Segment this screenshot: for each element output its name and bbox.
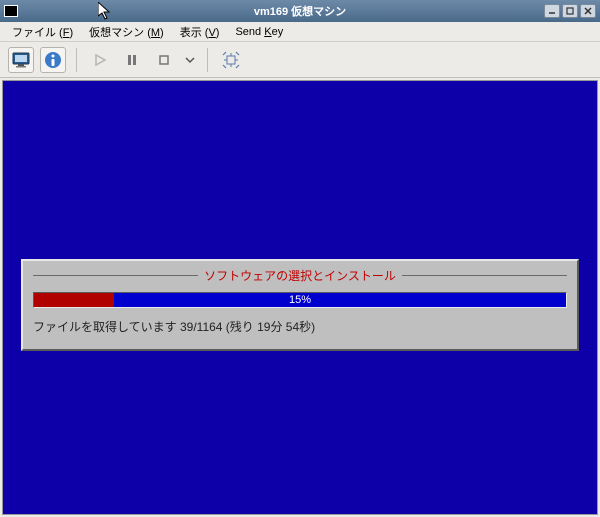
maximize-icon (566, 7, 574, 15)
menubar: ファイル (F) 仮想マシン (M) 表示 (V) Send Key (0, 22, 600, 42)
toolbar-separator-1 (76, 48, 77, 72)
menu-file-mnemonic: F (63, 27, 70, 39)
installer-dialog: ソフトウェアの選択とインストール 15% ファイルを取得しています 39/116… (21, 259, 579, 351)
window-title: vm169 仮想マシン (254, 3, 346, 19)
console-button[interactable] (8, 47, 34, 73)
app-icon (4, 5, 18, 17)
pause-icon (125, 53, 139, 67)
close-button[interactable] (580, 4, 596, 18)
menu-file[interactable]: ファイル (F) (6, 22, 79, 42)
menu-sendkey-label: Send (235, 26, 261, 38)
toolbar-separator-2 (207, 48, 208, 72)
menu-view-label: 表示 (180, 27, 202, 39)
minimize-button[interactable] (544, 4, 560, 18)
menu-sendkey[interactable]: Send Key (229, 24, 289, 40)
progress-bar: 15% (33, 292, 567, 308)
title-line-left (33, 275, 198, 276)
progress-percent-label: 15% (289, 294, 311, 306)
shutdown-button[interactable] (151, 47, 177, 73)
run-button[interactable] (87, 47, 113, 73)
window-controls (544, 4, 596, 18)
minimize-icon (548, 7, 556, 15)
details-button[interactable] (40, 47, 66, 73)
pause-button[interactable] (119, 47, 145, 73)
monitor-icon (12, 52, 30, 68)
chevron-down-icon (185, 55, 195, 65)
maximize-button[interactable] (562, 4, 578, 18)
window-titlebar: vm169 仮想マシン (0, 0, 600, 22)
info-icon (44, 51, 62, 69)
menu-view[interactable]: 表示 (V) (174, 22, 226, 42)
installer-title-row: ソフトウェアの選択とインストール (33, 267, 567, 284)
stop-icon (157, 53, 171, 67)
play-icon (93, 53, 107, 67)
menu-vm-mnemonic: M (151, 27, 160, 39)
menu-sendkey-suffix: ey (272, 26, 284, 38)
installer-status: ファイルを取得しています 39/1164 (残り 19分 54秒) (33, 318, 567, 335)
fullscreen-icon (222, 51, 240, 69)
title-line-right (402, 275, 567, 276)
vm-display-area: ソフトウェアの選択とインストール 15% ファイルを取得しています 39/116… (0, 78, 600, 517)
close-icon (584, 7, 592, 15)
fullscreen-button[interactable] (218, 47, 244, 73)
vm-screen[interactable]: ソフトウェアの選択とインストール 15% ファイルを取得しています 39/116… (2, 80, 598, 515)
menu-file-label: ファイル (12, 27, 56, 39)
menu-vm[interactable]: 仮想マシン (M) (83, 22, 170, 42)
toolbar (0, 42, 600, 78)
progress-fill (34, 293, 114, 307)
shutdown-menu-button[interactable] (183, 47, 197, 73)
menu-sendkey-mnemonic: K (264, 26, 271, 38)
menu-view-mnemonic: V (208, 27, 215, 39)
installer-title: ソフトウェアの選択とインストール (204, 267, 396, 284)
menu-vm-label: 仮想マシン (89, 27, 144, 39)
